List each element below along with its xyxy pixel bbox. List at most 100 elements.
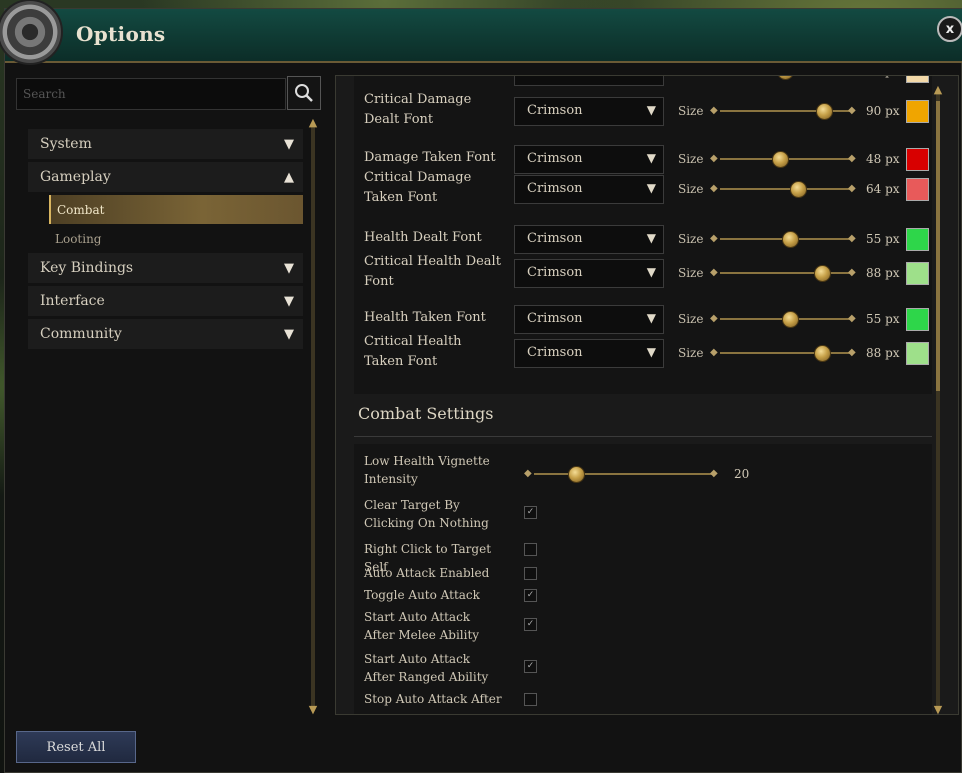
slider-knob[interactable] bbox=[568, 466, 585, 483]
font-size-value: 55 px bbox=[866, 312, 900, 326]
slider-knob[interactable] bbox=[790, 181, 808, 198]
slider-track bbox=[720, 188, 850, 190]
font-dropdown[interactable]: Crimson ▼ bbox=[514, 225, 664, 254]
nav-item-community[interactable]: Community ▼ bbox=[28, 319, 303, 349]
combat-settings-list: Low Health Vignette Intensity ◆ ◆ 20 Clear T… bbox=[354, 444, 932, 714]
search-input[interactable]: Search bbox=[16, 78, 286, 110]
font-size-value: 90 px bbox=[866, 104, 900, 118]
slider-knob[interactable] bbox=[776, 76, 794, 80]
slider-end-right-icon: ◆ bbox=[848, 267, 856, 278]
scroll-down-icon[interactable]: ▼ bbox=[307, 703, 319, 717]
collapse-arrow-icon[interactable]: ▲ bbox=[284, 170, 294, 185]
main-scrollbar[interactable]: ▲ ▼ bbox=[934, 83, 942, 716]
gear-logo-icon bbox=[0, 0, 63, 65]
slider-end-left-icon: ◆ bbox=[710, 153, 718, 164]
slider-knob[interactable] bbox=[771, 151, 789, 168]
vignette-slider[interactable]: ◆ ◆ bbox=[524, 466, 722, 483]
combat-option-checkbox[interactable]: ✓ bbox=[524, 618, 537, 631]
font-size-slider[interactable]: ◆◆ bbox=[710, 345, 860, 362]
font-setting-label: Health Dealt Font bbox=[364, 230, 482, 245]
font-size-value: 88 px bbox=[866, 346, 900, 360]
size-label: Size bbox=[678, 346, 704, 360]
font-size-slider[interactable]: ◆◆ bbox=[710, 151, 860, 168]
slider-end-right-icon: ◆ bbox=[710, 468, 718, 479]
options-window: Options x Search System ▼ Gameplay ▲ Combat L… bbox=[0, 0, 962, 773]
search-button[interactable] bbox=[287, 76, 321, 110]
combat-option-checkbox[interactable]: ✓ bbox=[524, 589, 537, 602]
combat-option-label: Toggle Auto Attack bbox=[364, 588, 480, 602]
chevron-down-icon: ▼ bbox=[647, 76, 656, 77]
font-setting-label: Critical Health Taken Font bbox=[364, 334, 462, 369]
slider-knob[interactable] bbox=[816, 103, 834, 120]
nav-subitem-looting[interactable]: Looting bbox=[49, 224, 303, 253]
font-dropdown[interactable]: Crimson ▼ bbox=[514, 305, 664, 334]
checkmark-icon: ✓ bbox=[526, 661, 535, 671]
slider-knob[interactable] bbox=[782, 311, 800, 328]
font-dropdown-value: Crimson bbox=[527, 231, 583, 246]
combat-option-checkbox[interactable]: ✓ bbox=[524, 506, 537, 519]
slider-end-left-icon: ◆ bbox=[710, 75, 722, 76]
font-setting-label: Critical Health Dealt Font bbox=[364, 254, 501, 289]
reset-all-button[interactable]: Reset All bbox=[16, 731, 136, 763]
chevron-down-icon: ▼ bbox=[646, 265, 656, 279]
font-setting-row: Critical Health Dealt Font Crimson ▼ Size ◆ ◆… bbox=[354, 252, 932, 296]
combat-option-label: Stop Auto Attack After bbox=[364, 692, 502, 706]
nav-item-gameplay[interactable]: Gameplay ▲ bbox=[28, 162, 303, 192]
font-size-slider[interactable]: ◆◆ bbox=[710, 75, 860, 80]
scroll-down-icon[interactable]: ▼ bbox=[932, 703, 944, 717]
nav-subitem-combat[interactable]: Combat bbox=[49, 195, 303, 224]
font-size-slider[interactable]: ◆◆ bbox=[710, 311, 860, 328]
title-bar: Options x bbox=[0, 0, 962, 65]
combat-option-checkbox[interactable] bbox=[524, 567, 537, 580]
color-swatch[interactable] bbox=[906, 262, 929, 285]
font-dropdown[interactable]: Crimson ▼ bbox=[514, 259, 664, 288]
combat-option-checkbox[interactable]: ✓ bbox=[524, 660, 537, 673]
font-dropdown-value: Crimson bbox=[527, 345, 583, 360]
chevron-down-icon: ▼ bbox=[646, 181, 656, 195]
checkmark-icon: ✓ bbox=[526, 619, 535, 629]
scroll-up-icon[interactable]: ▲ bbox=[932, 83, 944, 97]
font-size-slider[interactable]: ◆◆ bbox=[710, 231, 860, 248]
color-swatch[interactable] bbox=[906, 178, 929, 201]
slider-knob[interactable] bbox=[813, 345, 831, 362]
nav-item-key-bindings[interactable]: Key Bindings ▼ bbox=[28, 253, 303, 283]
combat-option-checkbox[interactable] bbox=[524, 543, 537, 556]
font-size-slider[interactable]: ◆◆ bbox=[710, 181, 860, 198]
size-label: Size bbox=[678, 152, 704, 166]
combat-option-label: Start Auto Attack After Melee Ability bbox=[364, 610, 480, 642]
nav-item-interface[interactable]: Interface ▼ bbox=[28, 286, 303, 316]
expand-arrow-icon[interactable]: ▼ bbox=[284, 137, 294, 152]
font-settings-list: Damage Dealt FontCrimson▼Size◆◆55 pxCrit… bbox=[354, 76, 932, 394]
close-button[interactable]: x bbox=[937, 16, 962, 42]
category-nav: System ▼ Gameplay ▲ Combat Looting Key Binding… bbox=[28, 129, 303, 352]
font-size-slider[interactable]: ◆◆ bbox=[710, 265, 860, 282]
chevron-down-icon: ▼ bbox=[646, 311, 656, 325]
slider-end-left-icon: ◆ bbox=[710, 313, 718, 324]
slider-knob[interactable] bbox=[813, 265, 831, 282]
combat-option-checkbox[interactable] bbox=[524, 693, 537, 706]
color-swatch[interactable] bbox=[906, 228, 929, 251]
expand-arrow-icon[interactable]: ▼ bbox=[284, 327, 294, 342]
slider-knob[interactable] bbox=[782, 231, 800, 248]
scroll-thumb[interactable] bbox=[936, 101, 940, 391]
color-swatch[interactable] bbox=[906, 308, 929, 331]
sidebar-scrollbar[interactable]: ▲ ▼ bbox=[309, 116, 317, 716]
nav-item-system[interactable]: System ▼ bbox=[28, 129, 303, 159]
font-size-value: 48 px bbox=[866, 152, 900, 166]
expand-arrow-icon[interactable]: ▼ bbox=[284, 294, 294, 309]
expand-arrow-icon[interactable]: ▼ bbox=[284, 261, 294, 276]
nav-item-label: Interface bbox=[40, 293, 105, 309]
font-dropdown[interactable]: Crimson ▼ bbox=[514, 97, 664, 126]
color-swatch[interactable] bbox=[906, 342, 929, 365]
size-label: Size bbox=[678, 232, 704, 246]
color-swatch[interactable] bbox=[906, 76, 929, 83]
font-size-slider[interactable]: ◆◆ bbox=[710, 103, 860, 120]
scroll-up-icon[interactable]: ▲ bbox=[307, 116, 319, 130]
font-size-value: 88 px bbox=[866, 266, 900, 280]
color-swatch[interactable] bbox=[906, 100, 929, 123]
slider-end-left-icon: ◆ bbox=[710, 183, 718, 194]
font-dropdown[interactable]: Crimson ▼ bbox=[514, 339, 664, 368]
slider-end-right-icon: ◆ bbox=[848, 105, 856, 116]
font-dropdown[interactable]: Crimson ▼ bbox=[514, 76, 664, 86]
font-dropdown[interactable]: Crimson ▼ bbox=[514, 175, 664, 204]
